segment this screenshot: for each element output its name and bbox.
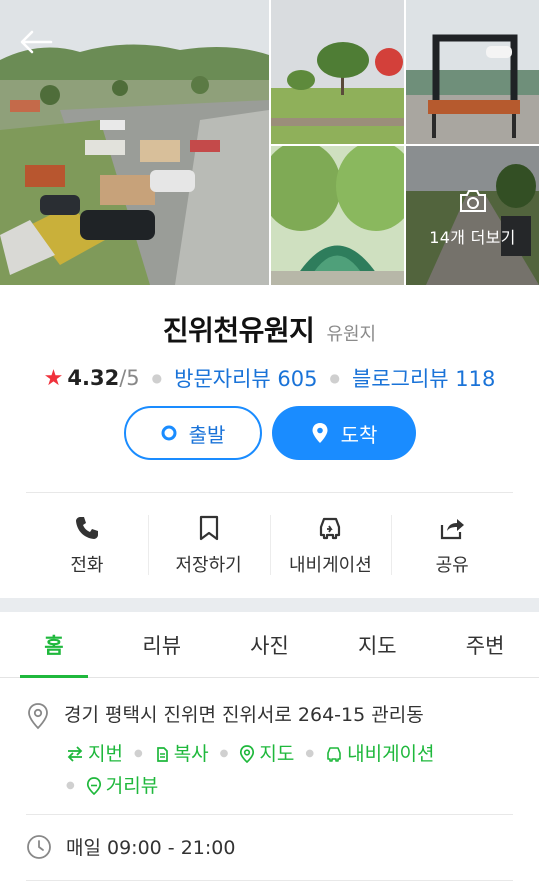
call-label: 전화: [70, 555, 104, 576]
more-photos-button[interactable]: 14개 더보기: [406, 146, 539, 285]
action-bar: 전화 저장하기 내비게이션 공유: [26, 503, 513, 589]
share-action[interactable]: 공유: [391, 503, 513, 589]
swap-icon: [67, 746, 83, 762]
rating-row: ★ 4.32 /5 ● 방문자리뷰 605 ● 블로그리뷰 118: [0, 363, 539, 393]
tab-photos[interactable]: 사진: [216, 612, 324, 677]
save-action[interactable]: 저장하기: [147, 503, 270, 589]
divider: [26, 880, 513, 881]
route-buttons: 출발 도착: [0, 406, 539, 460]
section-gap: [0, 598, 539, 612]
more-photos-label: 14개 더보기: [429, 227, 516, 247]
tab-reviews[interactable]: 리뷰: [108, 612, 216, 677]
street-view-button[interactable]: 거리뷰: [86, 770, 158, 802]
location-pin-icon: [312, 423, 328, 443]
place-header: 진위천유원지 유원지 ★ 4.32 /5 ● 방문자리뷰 605 ● 블로그리뷰…: [0, 285, 539, 393]
tab-bar: 홈 리뷰 사진 지도 주변: [0, 612, 539, 678]
separator-dot: ●: [305, 748, 315, 759]
copy-icon: [156, 747, 168, 762]
separator-dot: ●: [151, 371, 163, 385]
tab-nearby[interactable]: 주변: [431, 612, 539, 677]
start-button[interactable]: 출발: [124, 406, 262, 460]
address-navigation-button[interactable]: 내비게이션: [325, 738, 435, 770]
tab-map[interactable]: 지도: [323, 612, 431, 677]
car-icon: [327, 747, 341, 762]
visitor-reviews-link[interactable]: 방문자리뷰 605: [174, 363, 317, 393]
bookmark-icon: [199, 515, 218, 541]
separator-dot: ●: [329, 371, 340, 385]
photo-gallery: 14개 더보기: [0, 0, 539, 285]
copy-label: 복사: [173, 743, 209, 765]
tab-home[interactable]: 홈: [0, 612, 108, 678]
phone-icon: [75, 517, 98, 539]
place-category: 유원지: [326, 324, 377, 345]
rating-max: /5: [119, 366, 140, 390]
star-icon: ★: [43, 365, 64, 391]
camera-icon: [459, 189, 486, 212]
clock-icon: [27, 834, 51, 859]
street-view-icon: [86, 777, 101, 795]
separator-dot: ●: [66, 780, 75, 791]
separator-dot: ●: [219, 748, 229, 759]
divider: [26, 814, 513, 815]
place-title: 진위천유원지: [162, 314, 315, 347]
address-section: 경기 평택시 진위면 진위서로 264-15 관리동 지번 ● 복사 ● 지도 …: [26, 700, 513, 802]
street-view-label: 거리뷰: [105, 775, 159, 797]
back-button[interactable]: [14, 22, 58, 62]
copy-button[interactable]: 복사: [154, 738, 209, 770]
lot-number-button[interactable]: 지번: [66, 738, 123, 770]
navigation-label: 내비게이션: [288, 555, 372, 576]
rating-score: 4.32: [67, 366, 120, 390]
lot-number-label: 지번: [88, 743, 123, 765]
bench-photo: [406, 0, 539, 144]
blog-reviews-link[interactable]: 블로그리뷰 118: [352, 363, 495, 393]
address-navigation-label: 내비게이션: [347, 743, 435, 765]
map-label: 지도: [259, 743, 295, 765]
address-text: 경기 평택시 진위면 진위서로 264-15 관리동: [64, 704, 424, 726]
address-actions: 지번 ● 복사 ● 지도 ● 내비게이션 ● 거리뷰: [66, 738, 513, 802]
start-dot-icon: [161, 425, 177, 441]
arrive-button[interactable]: 도착: [272, 406, 416, 460]
address-line: 경기 평택시 진위면 진위서로 264-15 관리동: [26, 700, 513, 730]
photo-tree-tunnel[interactable]: [271, 146, 404, 285]
photo-frame-bench[interactable]: [406, 0, 539, 144]
hours-text: 매일 09:00 - 21:00: [66, 837, 236, 859]
map-pin-icon: [240, 745, 255, 763]
tunnel-photo: [271, 146, 404, 285]
location-pin-icon: [28, 703, 48, 730]
call-action[interactable]: 전화: [26, 503, 148, 589]
park-photo: [271, 0, 404, 144]
divider: [26, 492, 513, 493]
title-row: 진위천유원지 유원지: [0, 309, 539, 349]
start-label: 출발: [188, 422, 226, 447]
separator-dot: ●: [133, 748, 143, 759]
map-button[interactable]: 지도: [239, 738, 294, 770]
arrow-left-icon: [20, 30, 53, 54]
car-icon: [320, 517, 341, 540]
save-label: 저장하기: [175, 555, 242, 576]
share-icon: [441, 519, 465, 540]
share-label: 공유: [435, 555, 469, 576]
photo-park-trees[interactable]: [271, 0, 404, 144]
hours-row[interactable]: 매일 09:00 - 21:00: [26, 833, 235, 860]
navigation-action[interactable]: 내비게이션: [269, 503, 392, 589]
arrive-label: 도착: [340, 422, 378, 447]
